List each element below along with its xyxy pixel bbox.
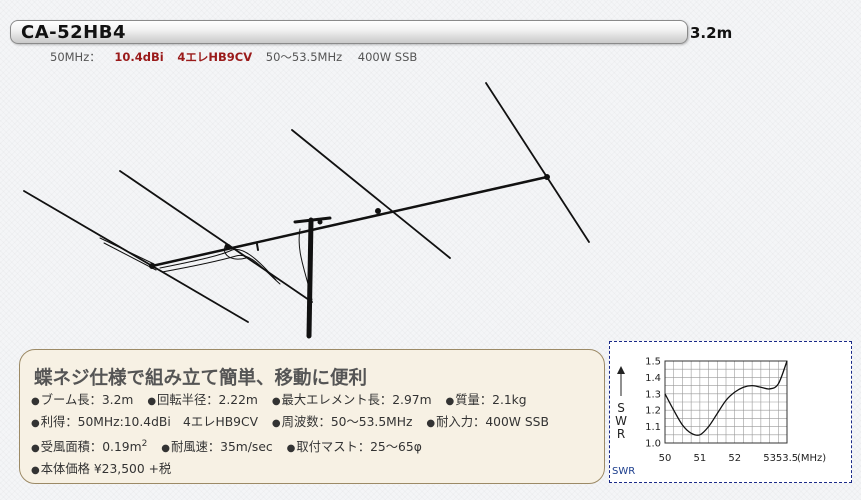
spec-item: ●耐入力：400W SSB xyxy=(426,415,549,429)
bullet-icon: ● xyxy=(31,465,40,477)
y-tick-label: 1.2 xyxy=(645,406,661,417)
boom xyxy=(150,175,549,268)
spec-row: ●受風面積：0.19m2 ●耐風速：35m/sec ●取付マスト：25～65φ xyxy=(31,434,559,459)
x-tick-label: 50 xyxy=(659,453,672,464)
spec-item: ●利得：50MHz:10.4dBi 4エレHB9CV xyxy=(31,415,258,429)
swr-chart-panel: 1.0 1.1 1.2 1.3 1.4 1.5 50 51 52 53 53.5 (MHz) S W R S… xyxy=(609,341,852,483)
bullet-icon: ● xyxy=(445,396,455,407)
feature-box: 蝶ネジ仕様で組み立て簡単、移動に便利 ●ブーム長：3.2m ●回転半径：2.22… xyxy=(19,349,605,484)
bullet-icon: ● xyxy=(426,418,436,429)
swr-chart: 1.0 1.1 1.2 1.3 1.4 1.5 50 51 52 53 53.5(MHz) SWR xyxy=(615,357,826,465)
spec-item: ●最大エレメント長：2.97m xyxy=(271,393,432,407)
swr-caption: SWR xyxy=(612,466,636,477)
bullet-icon: ● xyxy=(161,443,170,455)
y-tick-label: 1.3 xyxy=(645,389,661,400)
x-tick-label: 52 xyxy=(728,453,741,464)
model-title-bar: CA-52HB4 xyxy=(10,20,688,44)
model-name: CA-52HB4 xyxy=(21,22,126,43)
element-4 xyxy=(485,82,590,243)
bullet-icon: ● xyxy=(271,418,281,429)
spec-item: ●周波数：50～53.5MHz xyxy=(271,415,413,429)
bullet-icon: ● xyxy=(31,443,40,455)
mast xyxy=(306,217,314,339)
spec-item: ●質量：2.1kg xyxy=(445,393,527,407)
x-tick-label: 51 xyxy=(693,453,706,464)
bullet-icon: ● xyxy=(31,396,40,407)
element-1 xyxy=(23,190,249,323)
boom-length-label: 3.2m xyxy=(690,24,733,42)
bullet-icon: ● xyxy=(286,443,296,455)
spec-item: ●ブーム長：3.2m xyxy=(31,393,134,407)
spec-item: ●取付マスト：25～65φ xyxy=(286,440,422,455)
spec-item: ●回転半径：2.22m xyxy=(147,393,258,407)
spec-item: ●本体価格 ¥23,500 +税 xyxy=(31,462,172,477)
y-axis-label: S xyxy=(617,401,625,415)
feature-title: 蝶ネジ仕様で組み立て簡単、移動に便利 xyxy=(34,368,368,389)
y-axis-label: W xyxy=(615,414,627,428)
y-tick-label: 1.1 xyxy=(645,422,661,433)
spec-item: ●耐風速：35m/sec xyxy=(161,440,273,455)
antenna-illustration xyxy=(23,82,590,339)
spec-item: ●受風面積：0.19m2 xyxy=(31,439,148,455)
y-tick-label: 1.4 xyxy=(645,373,661,384)
y-tick-label: 1.0 xyxy=(645,439,661,450)
element-3 xyxy=(291,129,451,259)
x-tick-label: 53 xyxy=(763,453,776,464)
spec-row: ●利得：50MHz:10.4dBi 4エレHB9CV ●周波数：50～53.5M… xyxy=(31,412,559,434)
spec-row: ●本体価格 ¥23,500 +税 xyxy=(31,459,559,481)
bullet-icon: ● xyxy=(271,396,281,407)
feature-spec-list: ●ブーム長：3.2m ●回転半径：2.22m ●最大エレメント長：2.97m ●… xyxy=(31,390,559,481)
x-tick-label: 53.5 xyxy=(776,453,798,464)
y-tick-label: 1.5 xyxy=(645,357,661,368)
bullet-icon: ● xyxy=(147,396,157,407)
bullet-icon: ● xyxy=(31,418,40,429)
spec-row: ●ブーム長：3.2m ●回転半径：2.22m ●最大エレメント長：2.97m ●… xyxy=(31,390,559,412)
y-axis-label: R xyxy=(617,427,625,441)
x-axis-label: (MHz) xyxy=(797,453,826,464)
arrow-head-icon xyxy=(617,366,625,374)
